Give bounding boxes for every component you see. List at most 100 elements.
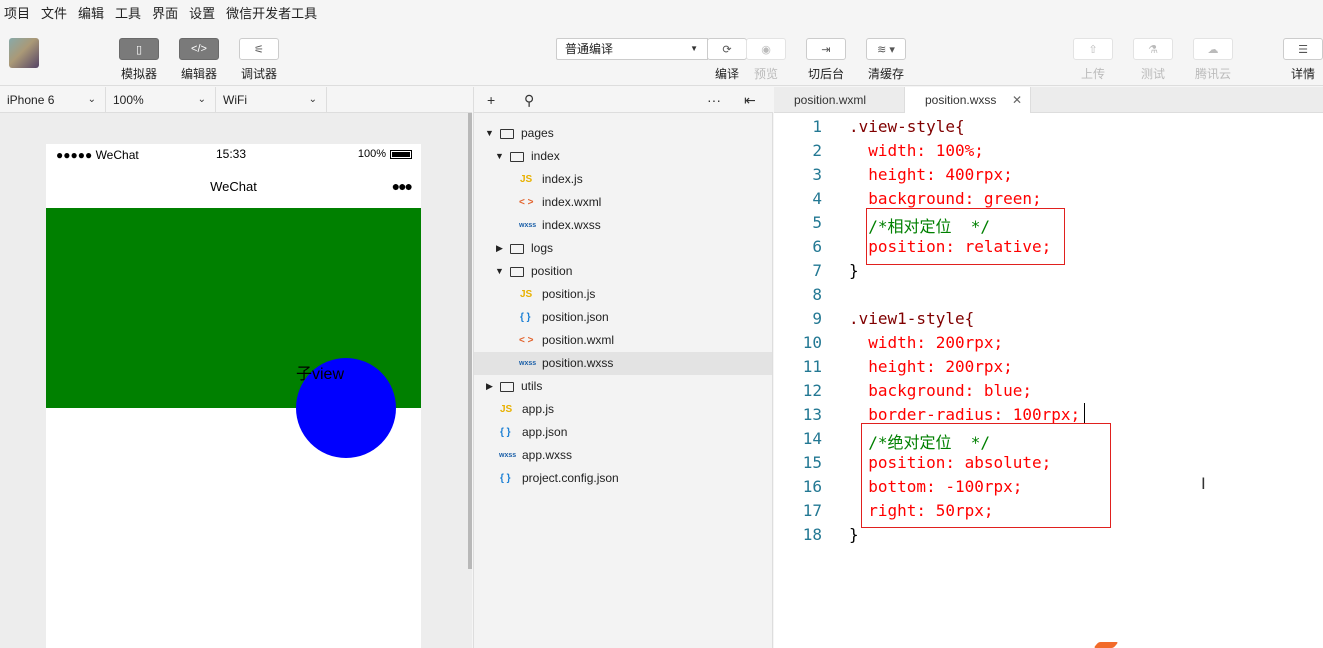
menu-icon: ☰ [1283,38,1323,60]
line-number: 14 [802,429,822,448]
tab-position-wxss[interactable]: position.wxss ✕ [904,87,1031,114]
file-tree-toolbar: + ⚲ ··· ⇤ [473,87,773,113]
tree-file-index-js[interactable]: JS index.js [474,168,772,191]
debugger-button[interactable]: ⚟ 调试器 [229,38,289,82]
menu-settings[interactable]: 设置 [189,3,215,22]
background-button[interactable]: ⇥ 切后台 [796,38,856,82]
collapsed-arrow-icon: ▶ [496,243,503,253]
tree-item-label: app.json [522,425,568,439]
expanded-arrow-icon: ▼ [495,266,504,276]
text-cursor [1084,403,1085,423]
tree-item-label: index.wxss [542,218,601,232]
chevron-down-icon: ⌄ [197,94,206,105]
simulator-panel: ●●●●● WeChat 15:33 100% WeChat ●●● 子view [0,113,472,648]
tree-file-index-wxml[interactable]: < > index.wxml [474,191,772,214]
code-line: width: 200rpx; [849,333,1004,352]
json-file-icon: { } [500,427,511,438]
phone-nav-bar: WeChat ●●● [46,166,421,208]
compile-mode-value: 普通编译 [565,42,614,56]
editor-button[interactable]: </> 编辑器 [169,38,229,82]
layers-icon: ≋ ▾ [866,38,906,60]
code-line: } [849,261,859,280]
menu-project[interactable]: 项目 [4,3,30,22]
code-editor[interactable]: 1 2 3 4 5 6 7 8 9 10 11 12 13 14 15 16 1… [774,113,1323,648]
tree-folder-utils[interactable]: ▶ utils [474,375,772,398]
line-number: 3 [812,165,822,184]
search-icon[interactable]: ⚲ [524,92,534,109]
tree-folder-position[interactable]: ▼ position [474,260,772,283]
more-icon[interactable]: ··· [707,92,721,108]
js-file-icon: JS [520,289,533,300]
test-button[interactable]: ⚗ 测试 [1123,38,1183,82]
avatar[interactable] [9,38,39,68]
expanded-arrow-icon: ▼ [495,151,504,161]
chevron-down-icon: ⌄ [308,94,317,105]
close-icon[interactable]: ✕ [1012,87,1022,113]
main-toolbar: ▯ 模拟器 </> 编辑器 ⚟ 调试器 普通编译 ▼ ⟳ 编译 ◉ 预览 ⇥ 切… [0,24,1323,86]
child-view-text: 子view [296,366,345,383]
line-number: 10 [802,333,822,352]
tree-folder-logs[interactable]: ▶ logs [474,237,772,260]
tencent-cloud-button[interactable]: ☁ 腾讯云 [1183,38,1243,82]
collapse-panel-icon[interactable]: ⇤ [744,92,756,109]
tab-position-wxml[interactable]: position.wxml [774,87,904,113]
device-select[interactable]: iPhone 6 ⌄ [0,87,106,113]
preview-button[interactable]: ◉ 预览 [736,38,796,82]
details-button[interactable]: ☰ 详情 [1273,38,1323,82]
editor-tab-bar: position.wxml position.wxss ✕ [774,87,1323,114]
code-line: border-radius: 100rpx; [849,405,1081,424]
add-icon[interactable]: + [487,92,495,108]
tree-file-position-wxml[interactable]: < > position.wxml [474,329,772,352]
tree-item-label: utils [521,379,543,393]
compile-mode-select[interactable]: 普通编译 ▼ [556,38,708,60]
tree-file-project-config[interactable]: { } project.config.json [474,467,772,490]
menu-tools[interactable]: 工具 [115,3,141,22]
clear-cache-label: 清缓存 [867,67,904,81]
zoom-select[interactable]: 100% ⌄ [106,87,216,113]
phone-screen[interactable]: ●●●●● WeChat 15:33 100% WeChat ●●● 子view [46,144,421,648]
menu-interface[interactable]: 界面 [152,3,178,22]
simulator-button[interactable]: ▯ 模拟器 [109,38,169,82]
network-value: WiFi [223,93,247,107]
switch-background-icon: ⇥ [806,38,846,60]
sliders-icon: ⚟ [239,38,279,60]
panel-splitter[interactable] [468,113,472,569]
code-line: .view-style{ [849,117,965,136]
eye-icon: ◉ [746,38,786,60]
flask-icon: ⚗ [1133,38,1173,60]
clear-cache-button[interactable]: ≋ ▾ 清缓存 [856,38,916,82]
tree-item-label: position [531,264,573,278]
folder-icon [510,244,524,254]
json-file-icon: { } [520,312,531,323]
tree-file-app-js[interactable]: JS app.js [474,398,772,421]
menu-edit[interactable]: 编辑 [78,3,104,22]
tree-file-position-js[interactable]: JS position.js [474,283,772,306]
tree-folder-pages[interactable]: ▼ pages [474,122,772,145]
network-select[interactable]: WiFi ⌄ [216,87,327,113]
tree-folder-index[interactable]: ▼ index [474,145,772,168]
tree-item-label: index [531,149,560,163]
upload-button[interactable]: ⇧ 上传 [1063,38,1123,82]
js-file-icon: JS [500,404,513,415]
more-dots-icon[interactable]: ●●● [392,178,413,194]
tree-file-position-json[interactable]: { } position.json [474,306,772,329]
tree-item-label: logs [531,241,554,255]
line-number: 12 [802,381,822,400]
line-number: 4 [812,189,822,208]
menu-wechat-devtools[interactable]: 微信开发者工具 [226,3,317,22]
wxss-file-icon: wxss [519,222,537,229]
debugger-label: 调试器 [240,67,277,81]
highlight-box-absolute [861,423,1111,528]
line-number: 15 [802,453,822,472]
tree-file-index-wxss[interactable]: wxss index.wxss [474,214,772,237]
tree-file-app-wxss[interactable]: wxss app.wxss [474,444,772,467]
tree-file-position-wxss[interactable]: wxss position.wxss [474,352,772,375]
tree-file-app-json[interactable]: { } app.json [474,421,772,444]
code-line: } [849,525,859,544]
menu-file[interactable]: 文件 [41,3,67,22]
wxml-file-icon: < > [519,335,534,346]
tree-item-label: position.json [542,310,609,324]
carrier-text: ●●●●● WeChat [56,148,139,162]
details-label: 详情 [1290,67,1315,81]
background-label: 切后台 [807,67,844,81]
